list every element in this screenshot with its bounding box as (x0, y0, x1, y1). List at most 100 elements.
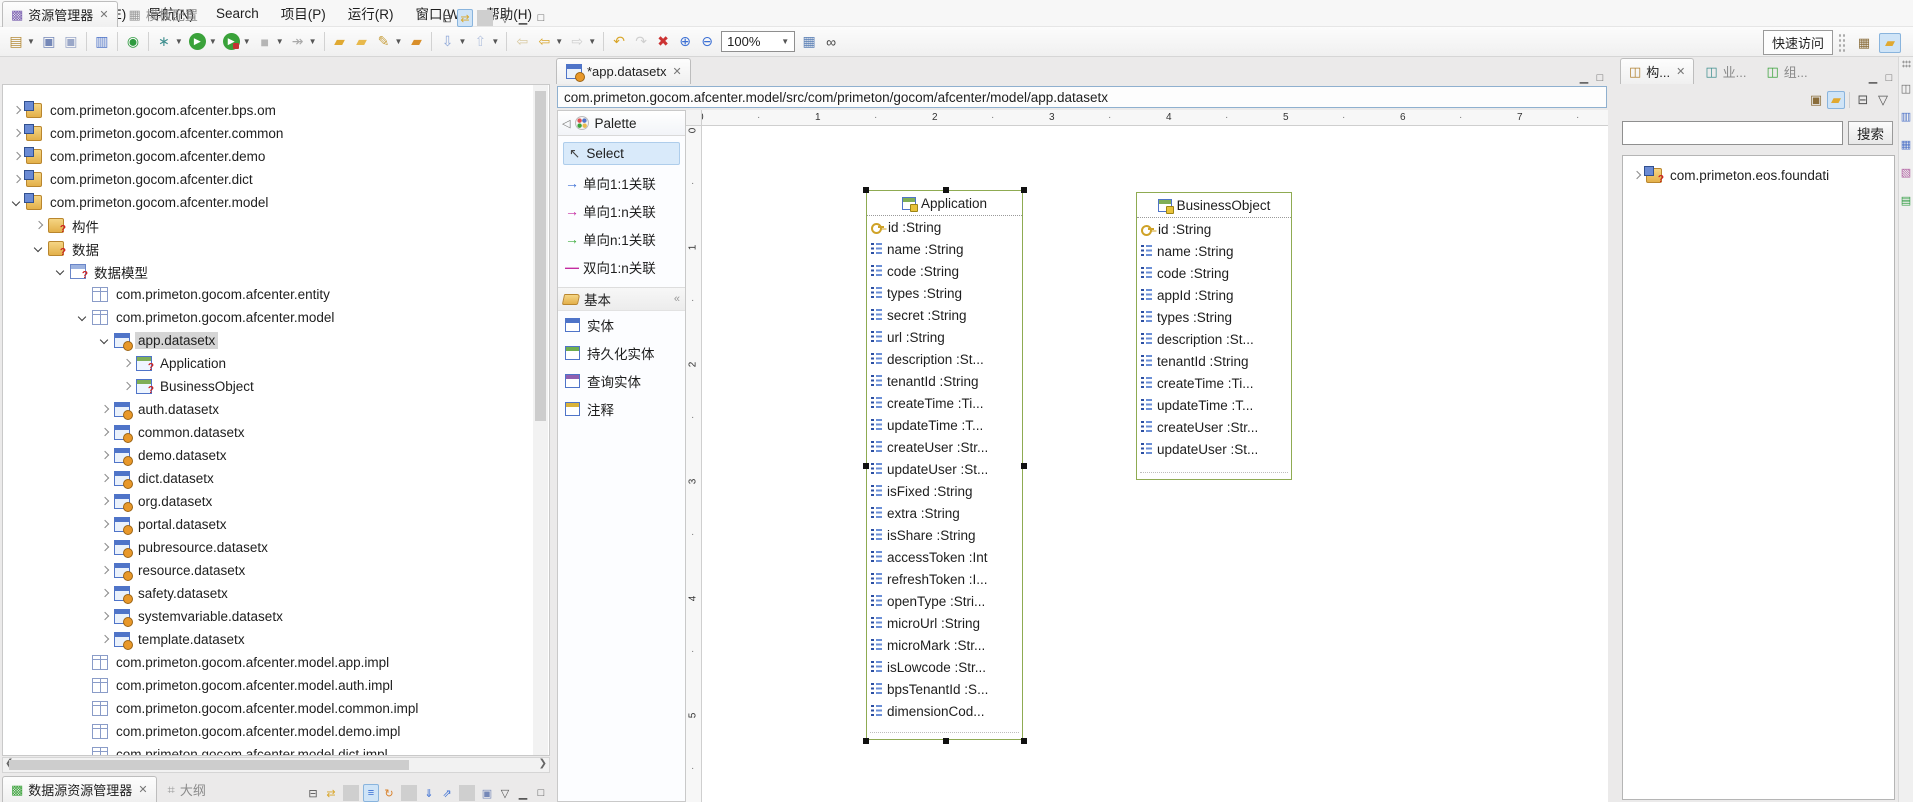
save-icon[interactable]: ▣ (39, 31, 59, 53)
minimize-icon[interactable]: ▁ (1576, 71, 1592, 84)
back-icon[interactable]: ⇦ (534, 31, 554, 53)
chevron-down-icon[interactable]: ▼ (588, 37, 596, 46)
tree-row[interactable]: org.datasetx (3, 490, 549, 513)
entity-tool[interactable]: 实体 (558, 311, 685, 339)
entity-field[interactable]: openType :Stri... (867, 590, 1022, 612)
selection-handle[interactable] (863, 187, 869, 193)
tree-row[interactable]: auth.datasetx (3, 398, 549, 421)
tree-twistie-icon[interactable] (97, 517, 113, 533)
launch-icon[interactable]: ✎ (374, 31, 394, 53)
tree-twistie-icon[interactable] (97, 471, 113, 487)
last-edit-location-icon[interactable]: ⇦ (512, 31, 532, 53)
tree-row[interactable]: 构件 (3, 214, 549, 237)
entity-field[interactable]: bpsTenantId :S... (867, 678, 1022, 700)
tab-datasource-explorer[interactable]: ▩ 数据源资源管理器 ✕ (2, 776, 157, 802)
open-perspective-icon[interactable]: ▦ (1853, 33, 1875, 53)
persistent-entity-tool[interactable]: 持久化实体 (558, 339, 685, 367)
zoom-level-select[interactable]: 100%▼ (721, 31, 795, 52)
pin-icon[interactable]: « (674, 293, 680, 305)
tree-row[interactable]: Application (3, 352, 549, 375)
maximize-icon[interactable]: □ (1881, 72, 1897, 84)
view-menu-icon[interactable]: ▽ (497, 9, 513, 27)
tree-twistie-icon[interactable] (53, 264, 69, 280)
open-artifact-icon[interactable]: ▰ (330, 31, 350, 53)
chevron-down-icon[interactable]: ▼ (458, 37, 466, 46)
entity-businessobject[interactable]: BusinessObjectid :Stringname :Stringcode… (1136, 192, 1292, 480)
tree-row[interactable]: common.datasetx (3, 421, 549, 444)
entity-field[interactable]: isLowcode :Str... (867, 656, 1022, 678)
new-wizard-icon[interactable]: ▤ (6, 31, 26, 53)
chevron-down-icon[interactable]: ▼ (27, 37, 35, 46)
chevron-down-icon[interactable]: ▼ (209, 37, 217, 46)
entity-field[interactable]: id :String (867, 216, 1022, 238)
chevron-down-icon[interactable]: ▼ (491, 37, 499, 46)
undo-icon[interactable]: ↶ (609, 31, 629, 53)
entity-field[interactable]: isFixed :String (867, 480, 1022, 502)
minimize-icon[interactable]: ▁ (515, 784, 531, 802)
collapse-palette-icon[interactable]: ◁ (562, 117, 570, 130)
connection-tool-1[interactable]: →单向1:n关联 (558, 197, 685, 225)
entity-field[interactable]: createTime :Ti... (867, 392, 1022, 414)
report-view-icon[interactable]: ▧ (1899, 165, 1913, 179)
selection-handle[interactable] (1021, 187, 1027, 193)
entity-field[interactable]: extra :String (867, 502, 1022, 524)
entity-field[interactable]: code :String (867, 260, 1022, 282)
maximize-icon[interactable]: □ (533, 784, 549, 802)
tree-row[interactable]: com.primeton.gocom.afcenter.model.app.im… (3, 651, 549, 674)
debug-icon[interactable]: ∗ (154, 31, 174, 53)
link-with-editor-icon[interactable]: ⇄ (457, 9, 473, 27)
tree-twistie-icon[interactable] (9, 195, 25, 211)
tree-row[interactable]: BusinessObject (3, 375, 549, 398)
entity-field[interactable]: refreshToken :I... (867, 568, 1022, 590)
scroll-right-icon[interactable]: ❯ (539, 758, 547, 769)
minimize-icon[interactable]: ▁ (515, 9, 531, 27)
tree-twistie-icon[interactable] (97, 586, 113, 602)
export-icon[interactable]: ⇗ (439, 784, 455, 802)
restore-views-icon[interactable]: ◫ (1899, 81, 1913, 95)
entity-field[interactable]: updateTime :T... (867, 414, 1022, 436)
tree-row[interactable]: com.primeton.gocom.afcenter.model.demo.i… (3, 720, 549, 743)
maximize-icon[interactable]: □ (1592, 72, 1608, 84)
delete-icon[interactable]: ✖ (653, 31, 673, 53)
tree-row[interactable]: pubresource.datasetx (3, 536, 549, 559)
tree-row[interactable]: com.primeton.gocom.afcenter.model.auth.i… (3, 674, 549, 697)
forward-icon[interactable]: ⇨ (567, 31, 587, 53)
entity-field[interactable]: code :String (1137, 262, 1291, 284)
tree-row[interactable]: com.primeton.gocom.afcenter.model (3, 306, 549, 329)
chevron-down-icon[interactable]: ▼ (395, 37, 403, 46)
run-last-icon[interactable]: ▶ (223, 33, 240, 50)
chevron-down-icon[interactable]: ▼ (276, 37, 284, 46)
profile-icon[interactable]: ↠ (288, 31, 308, 53)
entity-field[interactable]: createUser :Str... (1137, 416, 1291, 438)
push-icon[interactable]: ⇧ (470, 31, 490, 53)
search-input[interactable] (1622, 121, 1843, 145)
tree-row[interactable]: systemvariable.datasetx (3, 605, 549, 628)
collapse-all-icon[interactable]: ⊟ (305, 784, 321, 802)
breadcrumb[interactable]: com.primeton.gocom.afcenter.model/src/co… (557, 86, 1607, 108)
right-tab-2[interactable]: ◫组... (1758, 58, 1817, 84)
entity-field[interactable]: id :String (1137, 218, 1291, 240)
tree-twistie-icon[interactable] (97, 632, 113, 648)
selection-handle[interactable] (1021, 738, 1027, 744)
selection-handle[interactable] (863, 738, 869, 744)
chevron-down-icon[interactable]: ▼ (175, 37, 183, 46)
tree-row[interactable]: com.primeton.gocom.afcenter.model.common… (3, 697, 549, 720)
entity-field[interactable]: types :String (1137, 306, 1291, 328)
view-menu-icon[interactable]: ▽ (1874, 91, 1892, 109)
entity-field[interactable]: updateTime :T... (1137, 394, 1291, 416)
quick-access-button[interactable]: 快速访问 (1763, 30, 1833, 55)
chevron-down-icon[interactable]: ▼ (309, 37, 317, 46)
save-view-icon[interactable]: ▣ (479, 784, 495, 802)
tree-twistie-icon[interactable] (97, 494, 113, 510)
power-icon[interactable]: ◉ (123, 31, 143, 53)
entity-application[interactable]: Applicationid :Stringname :Stringcode :S… (866, 190, 1023, 740)
close-icon[interactable]: ✕ (673, 65, 682, 78)
selection-handle[interactable] (1021, 463, 1027, 469)
link-package-icon[interactable]: ▣ (1807, 91, 1825, 109)
right-tab-0[interactable]: ◫构...✕ (1620, 58, 1694, 84)
console-view-icon[interactable]: ▥ (1899, 109, 1913, 123)
selection-handle[interactable] (943, 187, 949, 193)
open-folder-icon[interactable]: ▰ (352, 31, 372, 53)
explorer-horizontal-scrollbar[interactable]: ❮ ❯ (2, 757, 550, 773)
entity-field[interactable]: types :String (867, 282, 1022, 304)
